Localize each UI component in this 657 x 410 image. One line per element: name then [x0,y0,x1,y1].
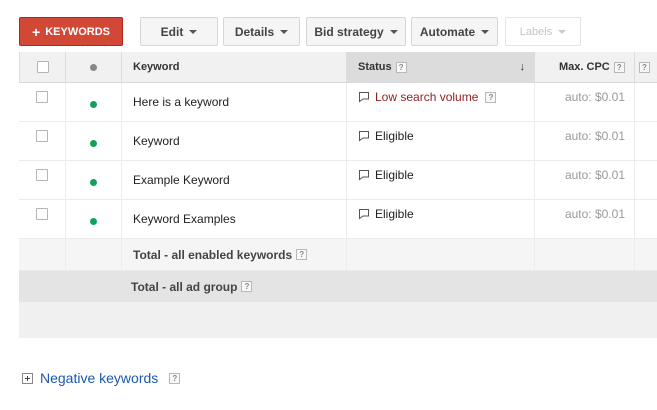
row-checkbox[interactable] [36,169,48,181]
labels-label: Labels [519,25,553,38]
max-cpc-cell[interactable]: auto: $0.01 [534,83,634,121]
help-icon[interactable]: ? [169,372,181,384]
table-row: Here is a keyword Low search volume? aut… [19,83,657,122]
keyword-text: Keyword Examples [133,212,236,226]
status-cell: Eligible [346,161,534,199]
max-cpc-cell[interactable]: auto: $0.01 [534,122,634,160]
bid-strategy-dropdown[interactable]: Bid strategy [306,17,406,46]
row-checkbox[interactable] [36,208,48,220]
keywords-table: Keyword Status? ↓ Max. CPC? ? Here is a … [19,52,657,303]
speech-bubble-icon[interactable] [358,169,370,181]
chevron-down-icon [280,29,289,34]
max-cpc-value: auto: $0.01 [564,90,625,104]
chevron-down-icon [481,29,490,34]
bid-strategy-label: Bid strategy [314,24,384,39]
max-cpc-value: auto: $0.01 [564,168,625,182]
chevron-down-icon [189,29,198,34]
help-icon[interactable]: ? [296,249,308,260]
status-text[interactable]: Low search volume [375,90,478,104]
extra-column-header: ? [634,52,657,82]
details-label: Details [234,24,275,39]
status-text: Eligible [375,168,414,182]
total-enabled-keywords-row: Total - all enabled keywords? [19,239,657,271]
speech-bubble-icon[interactable] [358,130,370,142]
enabled-status-icon [90,139,97,147]
header-status-dot-cell [65,52,121,82]
status-cell: Eligible [346,200,534,238]
expand-plus-icon[interactable] [22,372,33,384]
speech-bubble-icon[interactable] [358,91,370,103]
help-icon[interactable]: ? [485,91,497,103]
table-row: Example Keyword Eligible auto: $0.01 [19,161,657,200]
status-text: Eligible [375,207,414,221]
keyword-cell[interactable]: Example Keyword [121,161,346,199]
sort-descending-icon[interactable]: ↓ [520,61,526,73]
help-icon[interactable]: ? [613,61,625,73]
status-header-label: Status [358,61,392,73]
automate-dropdown[interactable]: Automate [411,17,498,46]
status-dot-icon [90,63,97,71]
keyword-cell[interactable]: Keyword Examples [121,200,346,238]
total-ad-group-row: Total - all ad group? [19,271,657,303]
keyword-column-header[interactable]: Keyword [121,52,346,82]
enabled-status-icon [90,178,97,186]
add-keywords-button[interactable]: + KEYWORDS [19,17,123,46]
edit-dropdown[interactable]: Edit [140,17,218,46]
keyword-text: Example Keyword [133,173,230,187]
max-cpc-cell[interactable]: auto: $0.01 [534,200,634,238]
automate-label: Automate [419,24,476,39]
status-cell: Eligible [346,122,534,160]
table-footer [19,302,657,338]
select-all-checkbox[interactable] [36,61,49,73]
negative-keywords-link[interactable]: Negative keywords [40,370,158,386]
header-checkbox-cell [19,52,65,82]
keyword-header-label: Keyword [133,61,180,73]
keyword-cell[interactable]: Keyword [121,122,346,160]
chevron-down-icon [389,29,398,34]
keyword-text: Keyword [133,134,180,148]
row-checkbox[interactable] [36,130,48,142]
keyword-text: Here is a keyword [133,95,230,109]
total-enabled-label: Total - all enabled keywords [133,247,293,262]
help-icon[interactable]: ? [395,61,407,73]
edit-label: Edit [160,24,184,39]
speech-bubble-icon[interactable] [358,208,370,220]
max-cpc-header-label: Max. CPC [559,61,610,73]
plus-icon: + [32,23,41,40]
status-text: Eligible [375,129,414,143]
keyword-cell[interactable]: Here is a keyword [121,83,346,121]
details-dropdown[interactable]: Details [223,17,300,46]
total-ad-group-label: Total - all ad group [131,279,238,294]
table-row: Keyword Eligible auto: $0.01 [19,122,657,161]
help-icon[interactable]: ? [241,281,253,292]
table-row: Keyword Examples Eligible auto: $0.01 [19,200,657,239]
max-cpc-column-header[interactable]: Max. CPC? [534,52,634,82]
max-cpc-cell[interactable]: auto: $0.01 [534,161,634,199]
status-cell: Low search volume? [346,83,534,121]
max-cpc-value: auto: $0.01 [564,129,625,143]
labels-dropdown[interactable]: Labels [505,17,581,46]
status-column-header[interactable]: Status? ↓ [346,52,534,82]
help-icon[interactable]: ? [639,61,650,73]
add-keywords-label: KEYWORDS [45,25,110,38]
row-checkbox[interactable] [36,91,48,103]
negative-keywords-section: Negative keywords ? [22,370,181,386]
toolbar: + KEYWORDS Edit Details Bid strategy Aut… [0,0,657,48]
table-header-row: Keyword Status? ↓ Max. CPC? ? [19,52,657,83]
enabled-status-icon [90,217,97,225]
max-cpc-value: auto: $0.01 [564,207,625,221]
enabled-status-icon [90,100,97,108]
chevron-down-icon [558,29,567,34]
